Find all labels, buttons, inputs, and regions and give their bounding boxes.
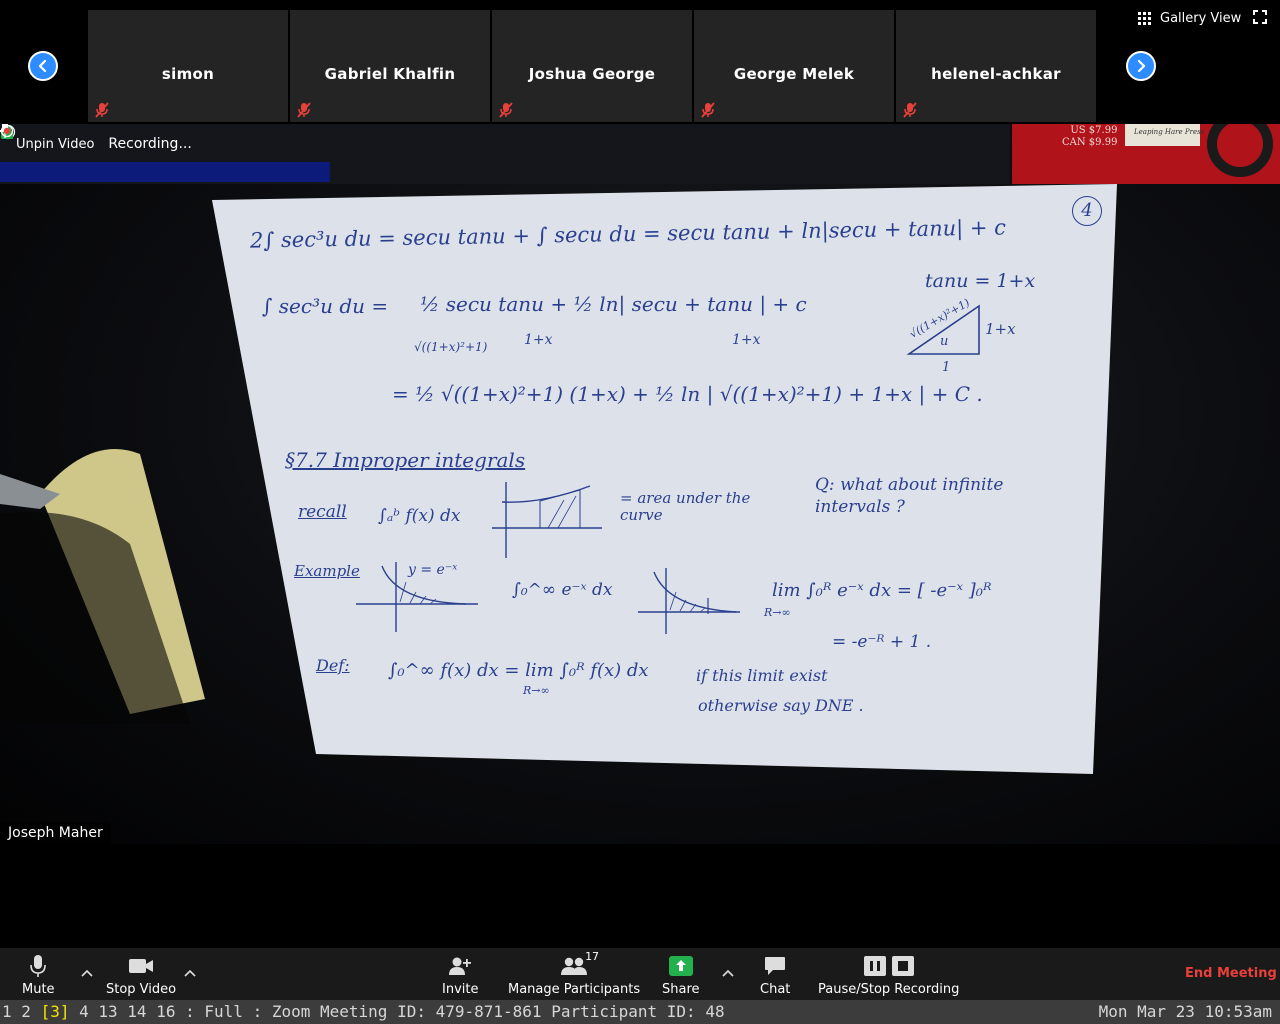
stop-video-button[interactable]: Stop Video [106, 952, 176, 1000]
workspace-14[interactable]: 14 [127, 1002, 146, 1021]
share-options-caret-icon[interactable] [722, 968, 734, 978]
workspace-1[interactable]: 1 [2, 1002, 12, 1021]
triangle-equation: tanu = 1+x [925, 270, 1036, 292]
participant-count: 17 [585, 950, 600, 963]
status-clock: Mon Mar 23 10:53am [1098, 1002, 1272, 1021]
previous-page-button[interactable] [28, 51, 58, 81]
section-heading: §7.7 Improper integrals [285, 448, 526, 472]
muted-mic-icon [701, 102, 715, 118]
chat-label: Chat [760, 982, 791, 997]
status-separator: : [252, 1002, 263, 1021]
invite-button[interactable]: Invite [442, 952, 478, 1000]
share-label: Share [662, 982, 700, 997]
end-meeting-button[interactable]: End Meeting [1185, 966, 1277, 981]
participant-name: Gabriel Khalfin [324, 65, 456, 83]
recall-integral: ∫ₐᵇ f(x) dx [378, 506, 461, 526]
invite-label: Invite [442, 982, 479, 997]
question-text: Q: what about infinite intervals ? [815, 475, 1004, 517]
definition-otherwise: otherwise say DNE . [698, 696, 864, 715]
substitution-3: 1+x [732, 332, 761, 348]
gallery-view-button[interactable]: Gallery View [1138, 8, 1241, 28]
video-camera-icon [129, 959, 154, 973]
example-label: Example [294, 562, 360, 580]
share-screen-icon [668, 956, 693, 976]
participant-tile[interactable]: Gabriel Khalfin [290, 10, 490, 122]
definition-limit-subscript: R→∞ [523, 684, 550, 697]
chat-bubble-icon [765, 957, 786, 975]
equation-line-3: = ½ √((1+x)²+1) (1+x) + ½ ln | √((1+x)²+… [392, 382, 983, 406]
equation-line-1: 2∫ sec³u du = secu tanu + ∫ secu du = se… [249, 215, 1007, 253]
workspace-16[interactable]: 16 [156, 1002, 175, 1021]
equation-line-2-lhs: ∫ sec³u du = [262, 294, 389, 318]
video-options-caret-icon[interactable] [184, 968, 196, 978]
participant-tile[interactable]: helenel-achkar [896, 10, 1096, 122]
truncated-decay-sketch [638, 568, 740, 634]
page-number: 4 [1072, 196, 1102, 226]
muted-mic-icon [95, 102, 109, 118]
triangle-angle: u [940, 334, 949, 349]
muted-mic-icon [297, 102, 311, 118]
definition-condition: if this limit exist [696, 666, 828, 685]
mute-label: Mute [22, 982, 55, 997]
example-curve-label: y = e⁻ˣ [408, 562, 458, 578]
example-limit-subscript: R→∞ [764, 606, 791, 619]
stop-icon[interactable] [891, 956, 914, 976]
pause-stop-recording-label: Pause/Stop Recording [818, 982, 960, 997]
definition-equation: ∫₀^∞ f(x) dx = lim ∫₀ᴿ f(x) dx [388, 660, 649, 681]
pause-icon[interactable] [863, 956, 886, 976]
recall-label: recall [298, 502, 347, 522]
stop-video-label: Stop Video [106, 982, 177, 997]
workspace-13[interactable]: 13 [98, 1002, 117, 1021]
area-under-curve-sketch [492, 482, 602, 558]
mute-button[interactable]: Mute [22, 952, 55, 1000]
audio-options-caret-icon[interactable] [81, 968, 93, 978]
add-user-icon [449, 957, 472, 975]
manage-participants-label: Manage Participants [508, 982, 641, 997]
workspace-3-active[interactable]: [3] [41, 1002, 70, 1021]
chat-button[interactable]: Chat [760, 952, 790, 1000]
share-button[interactable]: Share [662, 952, 700, 1000]
example-integral: ∫₀^∞ e⁻ˣ dx [512, 580, 613, 600]
muted-mic-icon [903, 102, 917, 118]
grid-icon [1138, 11, 1151, 25]
manage-participants-button[interactable]: 17 Manage Participants [508, 950, 641, 1000]
example-result: = -e⁻ᴿ + 1 . [832, 632, 932, 652]
example-limit: lim ∫₀ᴿ e⁻ˣ dx = [ -e⁻ˣ ]₀ᴿ [772, 580, 992, 601]
next-page-button[interactable] [1126, 51, 1156, 81]
window-title: Zoom Meeting ID: 479-871-861 Participant… [271, 1002, 725, 1021]
window-manager-status-bar: 1 2 [3] 4 13 14 16 : Full : Zoom Meeting… [0, 1000, 1280, 1024]
participant-name: George Melek [733, 65, 855, 83]
definition-label: Def: [316, 656, 350, 675]
chevron-left-icon [38, 59, 47, 73]
participant-name: simon [161, 65, 215, 83]
pause-stop-recording-button[interactable]: Pause/Stop Recording [818, 952, 959, 1000]
layout-mode: Full [204, 1002, 243, 1021]
status-separator: : [185, 1002, 195, 1021]
participant-tile[interactable]: Joshua George [492, 10, 692, 122]
speaker-name-label: Joseph Maher [0, 822, 111, 844]
equation-line-2-rhs: ½ secu tanu + ½ ln| secu + tanu | + c [420, 292, 807, 316]
substitution-1: √((1+x)²+1) [414, 340, 488, 354]
triangle-adjacent: 1 [942, 360, 951, 375]
area-description: = area under the curve [620, 489, 751, 524]
chevron-right-icon [1137, 59, 1146, 73]
participant-strip: simon Gabriel Khalfin Joshua George Geor… [0, 0, 1280, 124]
triangle-opposite: 1+x [985, 320, 1016, 338]
workspace-4[interactable]: 4 [79, 1002, 89, 1021]
microphone-icon [30, 955, 47, 977]
participant-name: Joshua George [528, 65, 656, 83]
workspace-2[interactable]: 2 [21, 1002, 31, 1021]
whiteboard-content: 4 2∫ sec³u du = secu tanu + ∫ secu du = … [0, 124, 1280, 844]
participant-tile[interactable]: George Melek [694, 10, 894, 122]
fullscreen-icon[interactable] [1253, 10, 1267, 24]
status-left: 1 2 [3] 4 13 14 16 : Full : Zoom Meeting… [2, 1000, 725, 1024]
participants-icon [561, 957, 588, 975]
gallery-view-label: Gallery View [1160, 10, 1242, 26]
active-speaker-video: Unpin Video Recording... US $7.99 CAN $9… [0, 124, 1280, 844]
muted-mic-icon [499, 102, 513, 118]
participant-tile[interactable]: simon [88, 10, 288, 122]
participant-name: helenel-achkar [931, 65, 1061, 83]
substitution-2: 1+x [524, 332, 553, 348]
